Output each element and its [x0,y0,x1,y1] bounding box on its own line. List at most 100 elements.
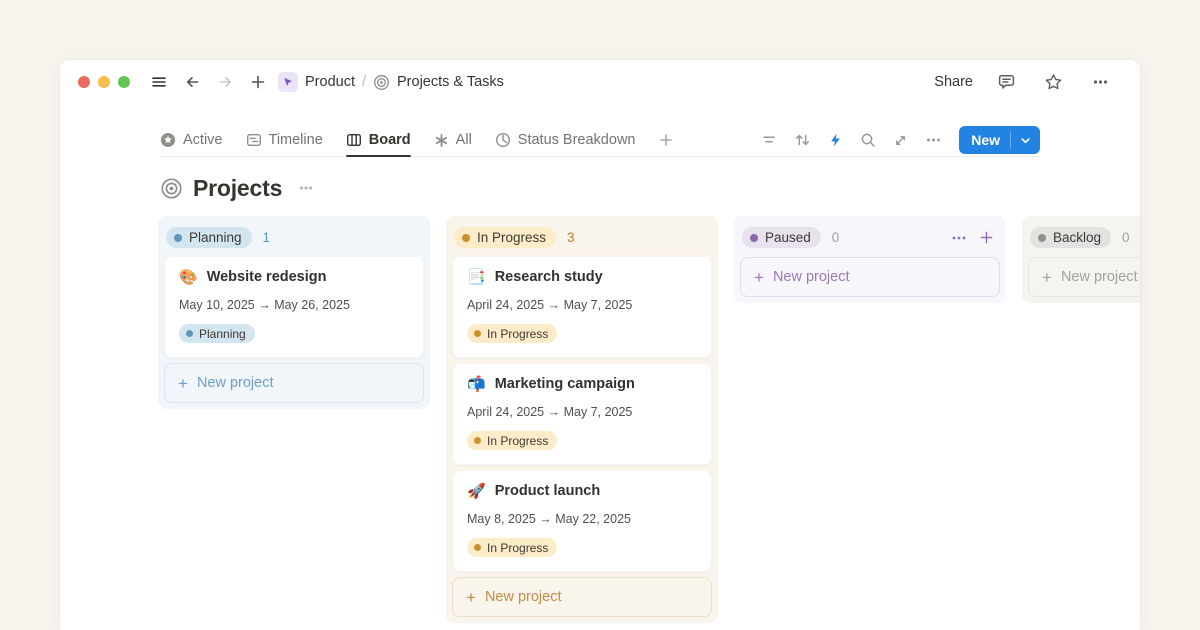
status-dot-icon [174,234,182,242]
status-pill-planning[interactable]: Planning [166,227,252,248]
kanban-board: Planning 1 🎨 Website redesign May 10, 20… [60,216,1140,630]
more-options-icon[interactable] [1087,69,1114,95]
card-emoji: 📑 [467,270,486,285]
card-dates: April 24, 2025 → May 7, 2025 [467,298,697,312]
new-project-button[interactable]: + New project [1028,257,1140,297]
forward-button[interactable] [213,70,238,94]
column-count: 3 [567,230,575,245]
filter-icon[interactable] [761,132,777,148]
page-header: Projects [160,171,1040,205]
status-pill-in-progress[interactable]: In Progress [454,227,556,248]
search-icon[interactable] [860,132,876,148]
card-emoji: 🚀 [467,484,486,499]
breadcrumb-workspace[interactable]: Product [305,74,355,90]
column-backlog: Backlog 0 + New project [1022,216,1140,303]
titlebar: Product / Projects & Tasks Share [60,60,1140,104]
target-icon [373,74,390,91]
card-title: Research study [495,269,603,285]
column-header: Paused 0 [740,222,1000,256]
favorite-star-icon[interactable] [1040,69,1067,95]
project-card[interactable]: 🎨 Website redesign May 10, 2025 → May 26… [164,256,424,358]
card-dates: May 10, 2025 → May 26, 2025 [179,298,409,312]
page-title: Projects [193,175,282,202]
tab-board[interactable]: Board [346,124,411,156]
card-status-pill[interactable]: In Progress [467,324,557,343]
expand-icon[interactable] [893,133,908,148]
card-dates: April 24, 2025 → May 7, 2025 [467,405,697,419]
view-tabs-bar: Active Timeline Board All Status Breakdo… [160,124,1040,157]
minimize-window-button[interactable] [98,76,110,88]
close-window-button[interactable] [78,76,90,88]
back-button[interactable] [180,70,205,94]
page-title-more-icon[interactable] [296,179,316,197]
zoom-window-button[interactable] [118,76,130,88]
sidebar-menu-icon[interactable] [146,70,172,94]
column-more-icon[interactable] [951,231,967,245]
status-dot-icon [186,330,193,337]
column-header: Backlog 0 [1028,222,1140,256]
card-status-pill[interactable]: In Progress [467,431,557,450]
add-view-icon[interactable] [658,124,674,156]
plus-icon: + [178,375,188,392]
new-project-button[interactable]: + New project [452,577,712,617]
new-button[interactable]: New [959,126,1040,154]
breadcrumb-page[interactable]: Projects & Tasks [397,74,504,90]
column-add-icon[interactable] [979,230,994,245]
comments-icon[interactable] [993,69,1020,95]
column-count: 0 [1122,230,1130,245]
status-pill-backlog[interactable]: Backlog [1030,227,1111,248]
breadcrumb-separator: / [362,74,366,90]
chevron-down-icon[interactable] [1011,135,1040,146]
card-emoji: 🎨 [179,270,198,285]
card-title: Marketing campaign [495,376,635,392]
status-dot-icon [474,330,481,337]
plus-icon: + [466,589,476,606]
status-pill-paused[interactable]: Paused [742,227,821,248]
column-count: 1 [263,230,271,245]
project-card[interactable]: 📬 Marketing campaign April 24, 2025 → Ma… [452,363,712,465]
status-dot-icon [474,437,481,444]
project-card[interactable]: 📑 Research study April 24, 2025 → May 7,… [452,256,712,358]
window-controls [78,76,130,88]
column-count: 0 [832,230,840,245]
status-dot-icon [1038,234,1046,242]
new-button-label: New [959,132,1010,148]
card-title: Website redesign [207,269,327,285]
share-button[interactable]: Share [934,74,973,90]
status-dot-icon [462,234,470,242]
tab-all[interactable]: All [434,124,472,156]
view-more-icon[interactable] [925,132,942,148]
tab-timeline[interactable]: Timeline [246,124,323,156]
status-dot-icon [750,234,758,242]
automation-lightning-icon[interactable] [828,132,843,148]
starred-circle-icon [160,132,176,148]
pie-chart-icon [495,132,511,148]
asterisk-icon [434,133,449,148]
column-in-progress: In Progress 3 📑 Research study April 24,… [446,216,718,623]
new-project-button[interactable]: + New project [164,363,424,403]
card-emoji: 📬 [467,377,486,392]
app-window: Product / Projects & Tasks Share Ac [60,60,1140,630]
column-planning: Planning 1 🎨 Website redesign May 10, 20… [158,216,430,409]
timeline-icon [246,132,262,148]
new-project-button[interactable]: + New project [740,257,1000,297]
status-dot-icon [474,544,481,551]
card-title: Product launch [495,483,601,499]
column-header: In Progress 3 [452,222,712,256]
plus-icon: + [754,269,764,286]
page-target-icon [160,177,183,200]
project-card[interactable]: 🚀 Product launch May 8, 2025 → May 22, 2… [452,470,712,572]
card-status-pill[interactable]: Planning [179,324,255,343]
plus-icon: + [1042,269,1052,286]
column-paused: Paused 0 + New project [734,216,1006,303]
column-header: Planning 1 [164,222,424,256]
new-page-button[interactable] [246,70,270,94]
tab-active[interactable]: Active [160,124,223,156]
card-status-pill[interactable]: In Progress [467,538,557,557]
workspace-cursor-icon[interactable] [278,72,298,92]
board-icon [346,132,362,148]
breadcrumb: Product / Projects & Tasks [278,72,504,92]
sort-icon[interactable] [794,132,811,148]
tab-status-breakdown[interactable]: Status Breakdown [495,124,636,156]
card-dates: May 8, 2025 → May 22, 2025 [467,512,697,526]
